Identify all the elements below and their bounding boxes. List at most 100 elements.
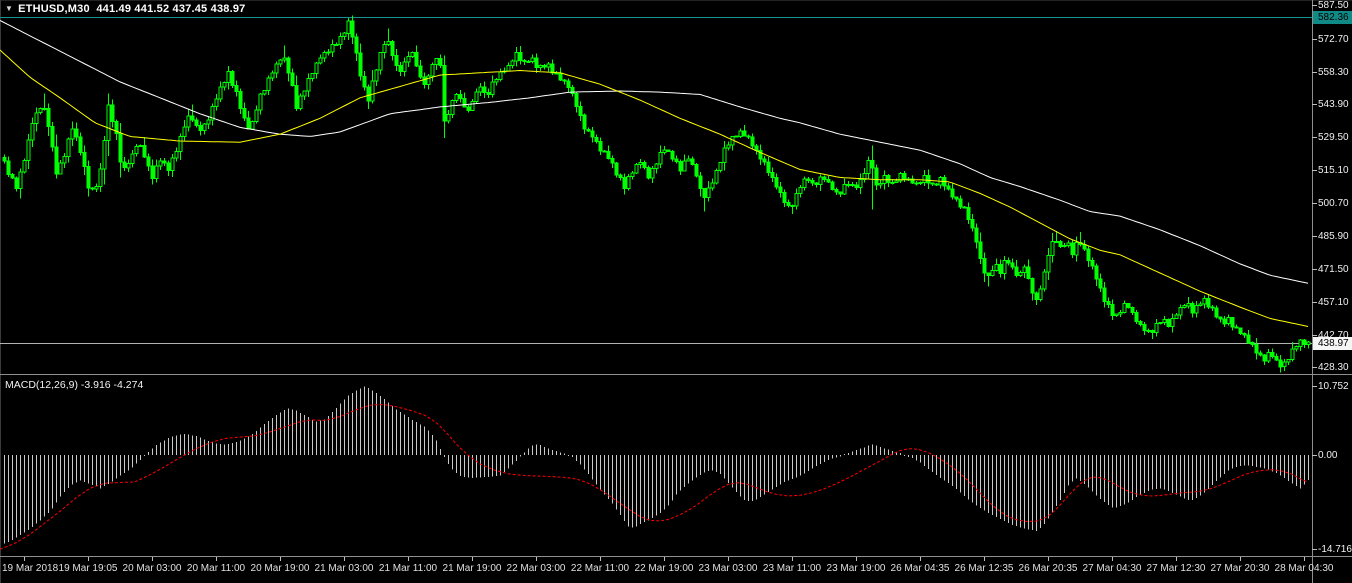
- time-tick-label: 26 Mar 12:35: [954, 563, 1014, 574]
- bear-candle: [294, 84, 299, 110]
- bear-candle: [150, 165, 155, 180]
- bear-candle: [542, 64, 547, 68]
- bull-candle: [218, 86, 223, 100]
- macd-chart[interactable]: [0, 376, 1312, 556]
- bull-candle: [506, 64, 511, 72]
- bear-candle: [1134, 311, 1139, 323]
- time-tick-label: 27 Mar 20:30: [1210, 563, 1270, 574]
- bear-candle: [754, 145, 759, 151]
- bear-candle: [962, 206, 967, 209]
- macd-tick-label: -14.716: [1318, 543, 1352, 555]
- macd-signal-line[interactable]: [0, 404, 1309, 550]
- bear-candle: [1262, 354, 1267, 362]
- bear-candle: [590, 130, 595, 138]
- bear-candle: [1110, 304, 1115, 317]
- price-tick-label: 471.50: [1318, 264, 1349, 276]
- time-tick-mark: [664, 557, 665, 561]
- bull-candle: [1054, 240, 1059, 243]
- bear-candle: [670, 151, 675, 160]
- bear-candle: [674, 158, 679, 163]
- bear-candle: [366, 86, 371, 102]
- bear-candle: [950, 188, 955, 198]
- bull-candle: [514, 52, 519, 62]
- bear-candle: [1090, 260, 1095, 267]
- bear-candle: [838, 191, 843, 195]
- bull-candle: [546, 63, 551, 68]
- bull-candle: [326, 51, 331, 54]
- bear-candle: [1210, 306, 1215, 309]
- bull-candle: [138, 144, 143, 148]
- bull-candle: [1290, 348, 1295, 361]
- time-tick-label: 20 Mar 19:00: [250, 563, 310, 574]
- bull-candle: [798, 187, 803, 194]
- bear-candle: [1230, 317, 1235, 328]
- bull-candle: [1198, 303, 1203, 307]
- bear-candle: [1106, 300, 1111, 306]
- bull-candle: [202, 123, 207, 131]
- price-tick-mark: [1312, 334, 1317, 336]
- bear-candle: [2, 157, 7, 162]
- bull-candle: [490, 81, 495, 96]
- macd-tick-mark: [1312, 454, 1317, 456]
- macd-tick-mark: [1312, 385, 1317, 387]
- panel-separator[interactable]: [0, 374, 1352, 375]
- bear-candle: [1274, 356, 1279, 361]
- candlestick-chart[interactable]: [0, 0, 1312, 374]
- bull-candle: [410, 52, 415, 58]
- bull-candle: [338, 36, 343, 45]
- bear-candle: [1138, 321, 1143, 325]
- bear-candle: [54, 146, 59, 175]
- bull-candle: [734, 135, 739, 138]
- bear-candle: [1250, 342, 1255, 346]
- price-tick-label: 572.70: [1318, 33, 1349, 45]
- bull-candle: [726, 144, 731, 149]
- bull-candle: [842, 183, 847, 195]
- bear-candle: [958, 198, 963, 208]
- bull-candle: [1306, 341, 1311, 346]
- macd-panel[interactable]: [0, 376, 1312, 556]
- bear-candle: [742, 130, 747, 137]
- bull-candle: [330, 43, 335, 53]
- price-tick-label: 485.90: [1318, 231, 1349, 243]
- bear-candle: [1126, 303, 1131, 308]
- bull-candle: [318, 57, 323, 64]
- bull-candle: [1174, 314, 1179, 319]
- bull-candle: [374, 69, 379, 82]
- bull-candle: [178, 135, 183, 152]
- bear-candle: [462, 98, 467, 108]
- price-chart-panel[interactable]: [0, 0, 1312, 374]
- bull-candle: [26, 139, 31, 161]
- price-tick-mark: [1312, 38, 1317, 40]
- bear-candle: [1094, 265, 1099, 280]
- bear-candle: [350, 20, 355, 38]
- bull-candle: [382, 43, 387, 53]
- bear-candle: [198, 125, 203, 131]
- chevron-down-icon[interactable]: ▼: [5, 4, 13, 13]
- time-tick-mark: [1304, 557, 1305, 561]
- bear-candle: [598, 141, 603, 152]
- bear-candle: [362, 75, 367, 88]
- time-tick-label: 23 Mar 19:00: [826, 563, 886, 574]
- bear-candle: [622, 177, 627, 189]
- ma-slow-white-line[interactable]: [0, 20, 1309, 284]
- bear-candle: [618, 174, 623, 179]
- bear-candle: [354, 36, 359, 54]
- bear-candle: [778, 186, 783, 194]
- macd-tick-mark: [1312, 548, 1317, 550]
- bull-candle: [98, 168, 103, 187]
- bull-candle: [346, 20, 351, 34]
- bear-candle: [486, 91, 491, 96]
- price-tick-mark: [1312, 269, 1317, 271]
- bear-candle: [1214, 307, 1219, 318]
- time-axis[interactable]: 19 Mar 2018 19 Mar 19:05 20 Mar 03:00 20 Ma…: [0, 557, 1352, 583]
- bear-candle: [610, 158, 615, 164]
- bull-candle: [334, 43, 339, 46]
- bear-candle: [1034, 292, 1039, 301]
- bull-candle: [22, 159, 27, 173]
- price-tick-mark: [1312, 169, 1317, 171]
- bull-candle: [454, 93, 459, 102]
- time-tick-mark: [984, 557, 985, 561]
- bull-candle: [134, 146, 139, 155]
- bear-candle: [678, 161, 683, 172]
- price-tick-mark: [1312, 71, 1317, 73]
